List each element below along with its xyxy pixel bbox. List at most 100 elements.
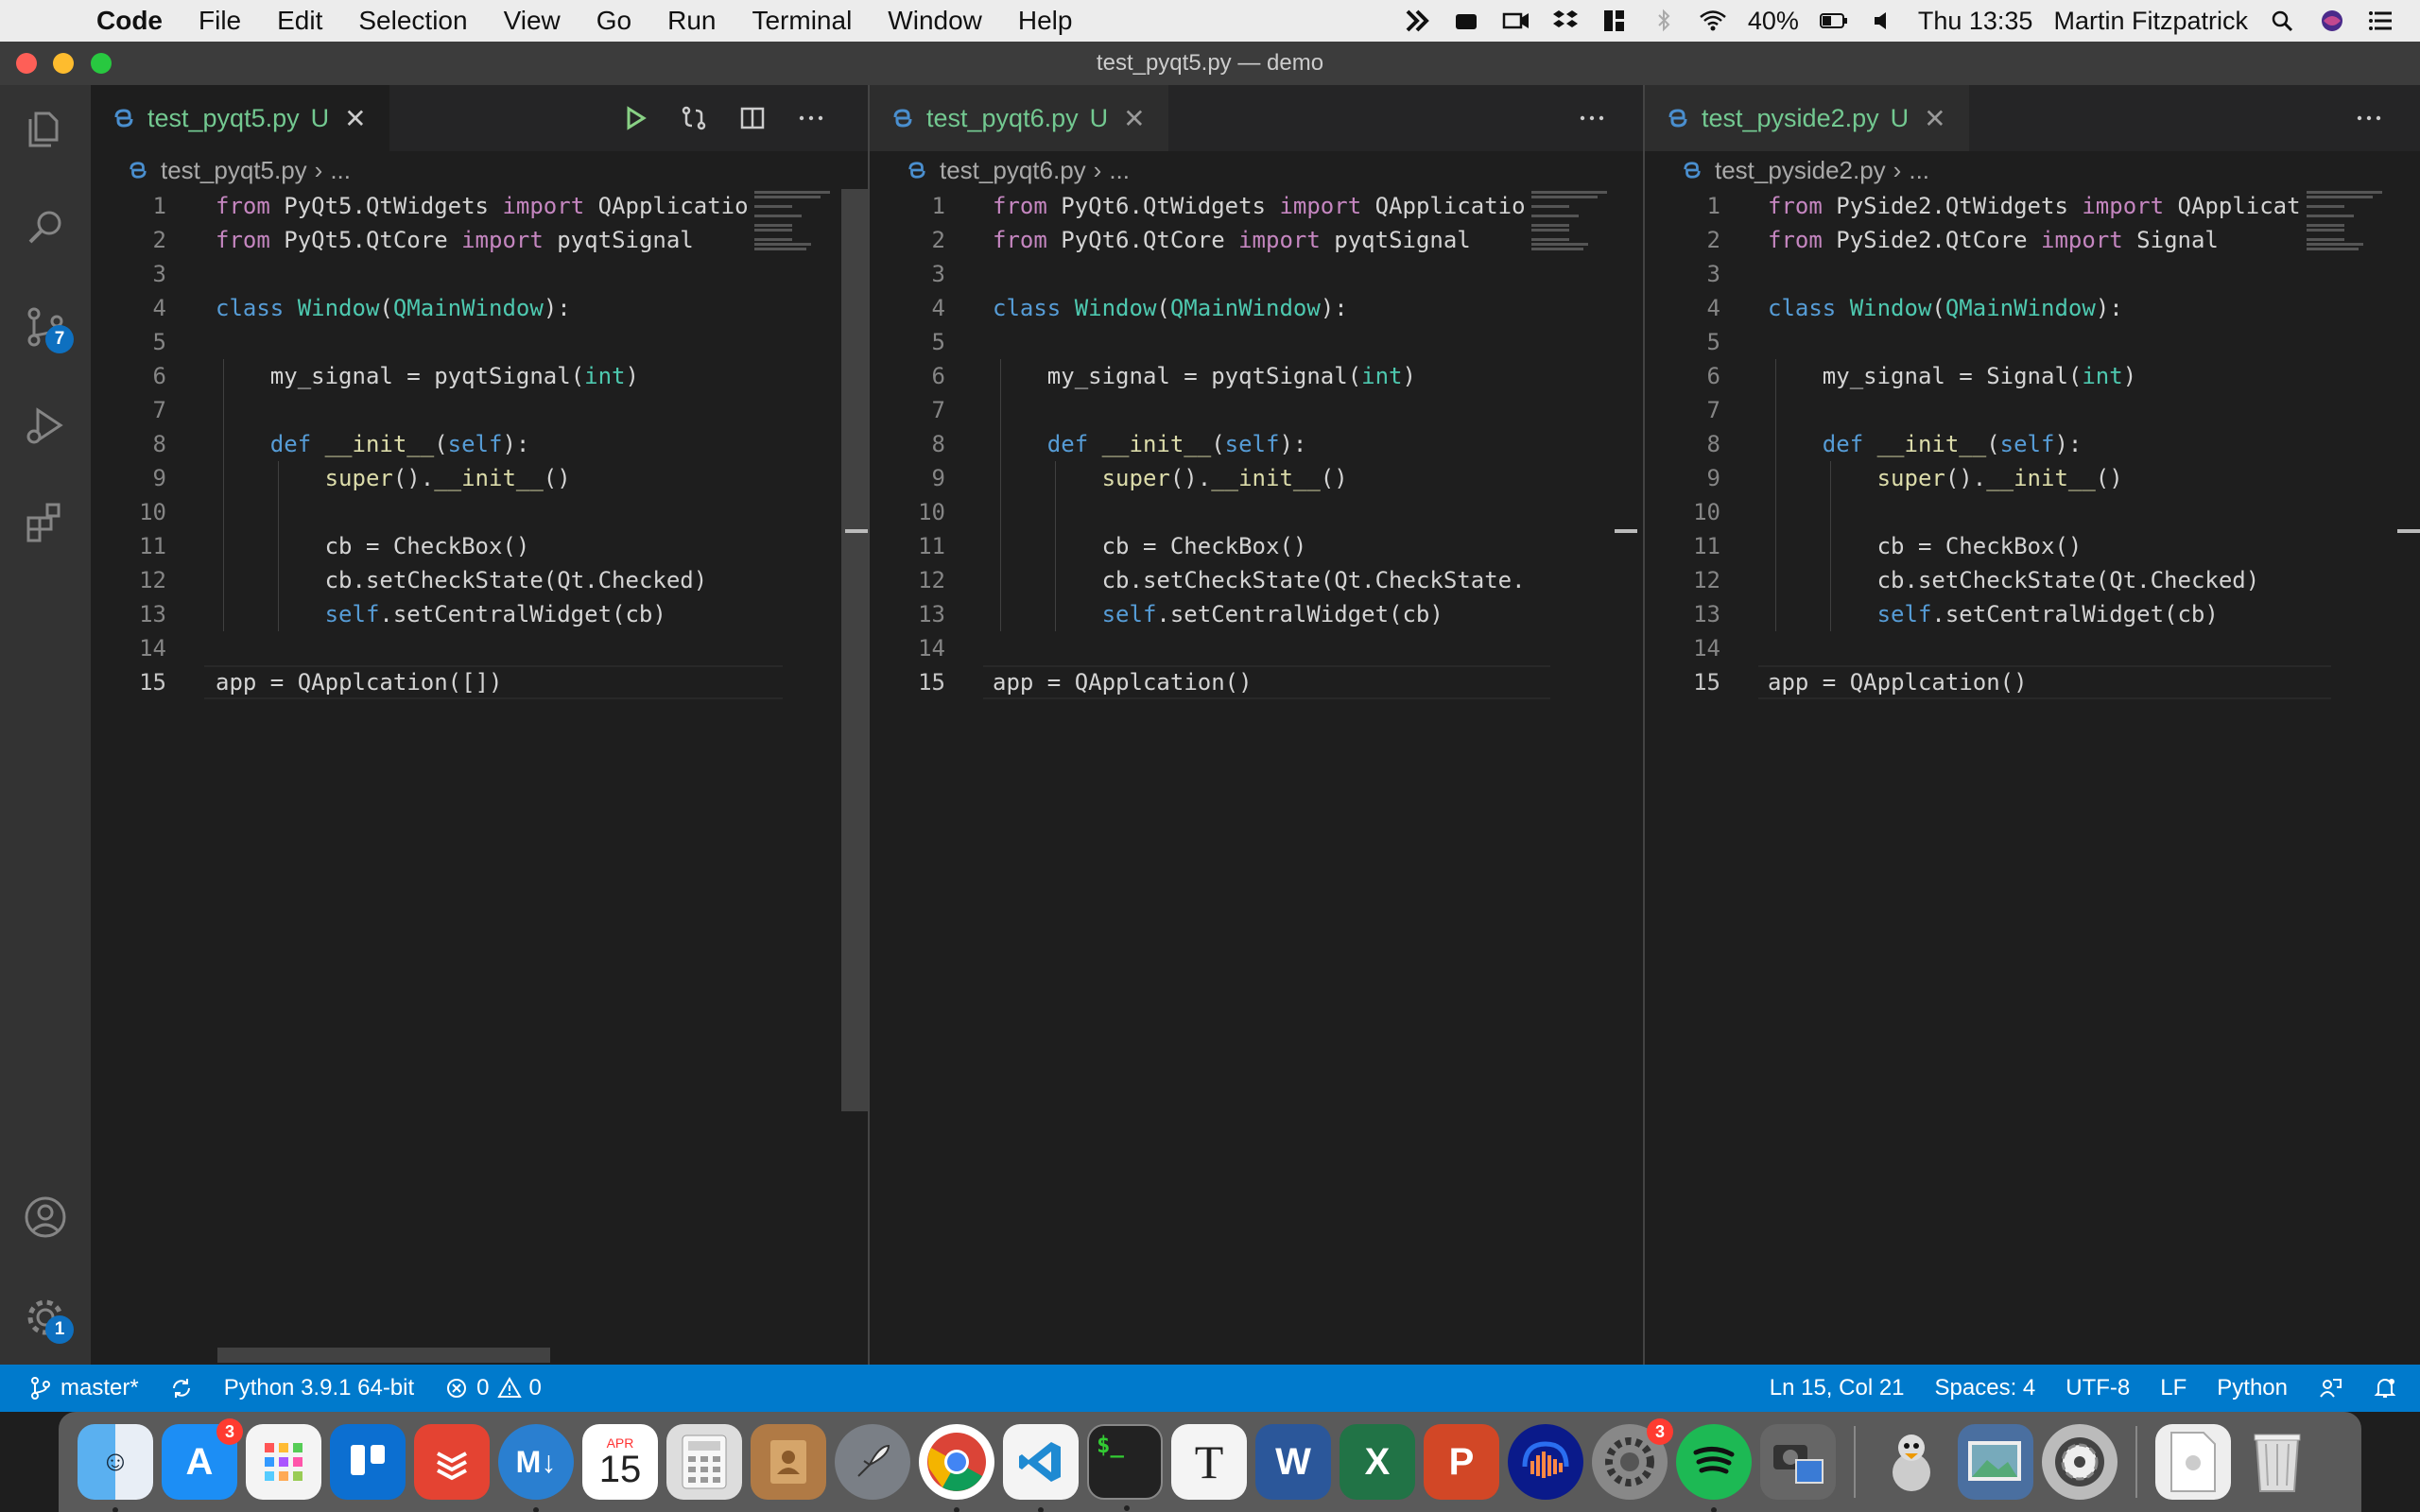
breadcrumb-symbols[interactable]: ... xyxy=(1909,156,1929,185)
line-number[interactable]: 11 xyxy=(1645,529,1720,563)
zoom-window-button[interactable] xyxy=(91,53,112,74)
account-icon[interactable] xyxy=(21,1193,70,1242)
tab-test-pyside2[interactable]: test_pyside2.py U ✕ xyxy=(1645,85,1969,151)
trash-icon[interactable] xyxy=(2239,1424,2315,1500)
wifi-icon[interactable] xyxy=(1699,9,1727,33)
rocket-launcher-icon[interactable] xyxy=(835,1424,910,1500)
search-icon[interactable] xyxy=(21,204,70,253)
tab-test-pyqt5[interactable]: test_pyqt5.py U ✕ xyxy=(91,85,389,151)
trello-icon[interactable] xyxy=(330,1424,406,1500)
clock[interactable]: Thu 13:35 xyxy=(1918,7,2033,36)
arrow-tray-icon[interactable] xyxy=(1404,9,1432,33)
menu-edit[interactable]: Edit xyxy=(259,6,340,36)
powerpoint-icon[interactable]: P xyxy=(1424,1424,1499,1500)
line-number[interactable]: 12 xyxy=(870,563,945,597)
line-number[interactable]: 13 xyxy=(1645,597,1720,631)
sync-button[interactable] xyxy=(154,1376,209,1400)
line-number[interactable]: 5 xyxy=(1645,325,1720,359)
run-python-icon[interactable] xyxy=(620,103,650,133)
python-interpreter[interactable]: Python 3.9.1 64-bit xyxy=(209,1375,429,1401)
typora-icon[interactable]: T xyxy=(1171,1424,1247,1500)
launchpad-icon[interactable] xyxy=(246,1424,321,1500)
chrome-icon[interactable] xyxy=(919,1424,994,1512)
code-editor[interactable]: 1 from PySide2.QtWidgets import QApplicat… xyxy=(1645,189,2331,699)
encoding[interactable]: UTF-8 xyxy=(2050,1375,2145,1401)
line-number[interactable]: 8 xyxy=(91,427,166,461)
line-number[interactable]: 3 xyxy=(91,257,166,291)
close-window-button[interactable] xyxy=(16,53,37,74)
menu-go[interactable]: Go xyxy=(579,6,649,36)
menu-file[interactable]: File xyxy=(181,6,259,36)
line-number[interactable]: 1 xyxy=(870,189,945,223)
more-actions-icon[interactable] xyxy=(1577,103,1607,133)
explorer-icon[interactable] xyxy=(21,104,70,153)
terminal-icon[interactable]: $_ xyxy=(1087,1424,1163,1511)
code-line[interactable]: 8 def __init__(self): xyxy=(870,427,1550,461)
line-number[interactable]: 14 xyxy=(91,631,166,665)
breadcrumb-symbols[interactable]: ... xyxy=(330,156,351,185)
code-line[interactable]: 3 xyxy=(870,257,1550,291)
code-line[interactable]: 1 from PyQt6.QtWidgets import QApplicatio xyxy=(870,189,1550,223)
code-line[interactable]: 12 cb.setCheckState(Qt.CheckState. xyxy=(870,563,1550,597)
code-line[interactable]: 10 xyxy=(870,495,1550,529)
line-number[interactable]: 3 xyxy=(1645,257,1720,291)
code-line[interactable]: 8 def __init__(self): xyxy=(91,427,783,461)
code-line[interactable]: 10 xyxy=(1645,495,2331,529)
line-number[interactable]: 15 xyxy=(870,665,945,699)
code-line[interactable]: 2 from PySide2.QtCore import Signal xyxy=(1645,223,2331,257)
code-editor[interactable]: 1 from PyQt6.QtWidgets import QApplicatio… xyxy=(870,189,1550,699)
line-number[interactable]: 10 xyxy=(1645,495,1720,529)
code-line[interactable]: 6 my_signal = pyqtSignal(int) xyxy=(870,359,1550,393)
line-number[interactable]: 2 xyxy=(1645,223,1720,257)
line-number[interactable]: 6 xyxy=(1645,359,1720,393)
cursor-position[interactable]: Ln 15, Col 21 xyxy=(1754,1375,1920,1401)
minimap[interactable] xyxy=(754,189,841,255)
code-line[interactable]: 14 xyxy=(1645,631,2331,665)
menu-run[interactable]: Run xyxy=(649,6,734,36)
screen-capture-icon[interactable] xyxy=(1760,1424,1836,1500)
line-number[interactable]: 10 xyxy=(91,495,166,529)
code-line[interactable]: 13 self.setCentralWidget(cb) xyxy=(1645,597,2331,631)
code-line[interactable]: 6 my_signal = pyqtSignal(int) xyxy=(91,359,783,393)
calendar-icon[interactable]: APR 15 xyxy=(582,1424,658,1500)
code-line[interactable]: 7 xyxy=(91,393,783,427)
indentation[interactable]: Spaces: 4 xyxy=(1920,1375,2051,1401)
code-line[interactable]: 3 xyxy=(1645,257,2331,291)
code-line[interactable]: 1 from PySide2.QtWidgets import QApplicat xyxy=(1645,189,2331,223)
code-line[interactable]: 9 super().__init__() xyxy=(1645,461,2331,495)
contacts-icon[interactable] xyxy=(751,1424,826,1500)
split-editor-icon[interactable] xyxy=(737,103,768,133)
code-line[interactable]: 9 super().__init__() xyxy=(91,461,783,495)
markdown-editor-icon[interactable]: M↓ xyxy=(498,1424,574,1512)
tab-test-pyqt6[interactable]: test_pyqt6.py U ✕ xyxy=(870,85,1168,151)
line-number[interactable]: 15 xyxy=(91,665,166,699)
breadcrumb-file[interactable]: test_pyside2.py xyxy=(1715,156,1886,185)
photo-app-icon[interactable] xyxy=(2042,1424,2118,1500)
code-line[interactable]: 2 from PyQt6.QtCore import pyqtSignal xyxy=(870,223,1550,257)
code-line[interactable]: 5 xyxy=(91,325,783,359)
line-number[interactable]: 15 xyxy=(1645,665,1720,699)
line-number[interactable]: 2 xyxy=(870,223,945,257)
line-number[interactable]: 1 xyxy=(1645,189,1720,223)
line-number[interactable]: 11 xyxy=(870,529,945,563)
finder-icon[interactable]: ☺ xyxy=(78,1424,153,1512)
line-number[interactable]: 8 xyxy=(870,427,945,461)
code-line[interactable]: 10 xyxy=(91,495,783,529)
code-line[interactable]: 11 cb = CheckBox() xyxy=(870,529,1550,563)
code-line[interactable]: 3 xyxy=(91,257,783,291)
end-of-line[interactable]: LF xyxy=(2145,1375,2202,1401)
line-number[interactable]: 2 xyxy=(91,223,166,257)
todoist-icon[interactable] xyxy=(414,1424,490,1500)
code-line[interactable]: 4 class Window(QMainWindow): xyxy=(91,291,783,325)
feedback-button[interactable] xyxy=(2303,1376,2358,1400)
line-number[interactable]: 7 xyxy=(91,393,166,427)
menu-selection[interactable]: Selection xyxy=(340,6,485,36)
line-number[interactable]: 9 xyxy=(870,461,945,495)
line-number[interactable]: 13 xyxy=(91,597,166,631)
excel-icon[interactable]: X xyxy=(1340,1424,1415,1500)
code-line[interactable]: 9 super().__init__() xyxy=(870,461,1550,495)
line-number[interactable]: 4 xyxy=(91,291,166,325)
code-line[interactable]: 5 xyxy=(1645,325,2331,359)
code-line[interactable]: 7 xyxy=(870,393,1550,427)
source-control-icon[interactable]: 7 xyxy=(21,302,74,353)
